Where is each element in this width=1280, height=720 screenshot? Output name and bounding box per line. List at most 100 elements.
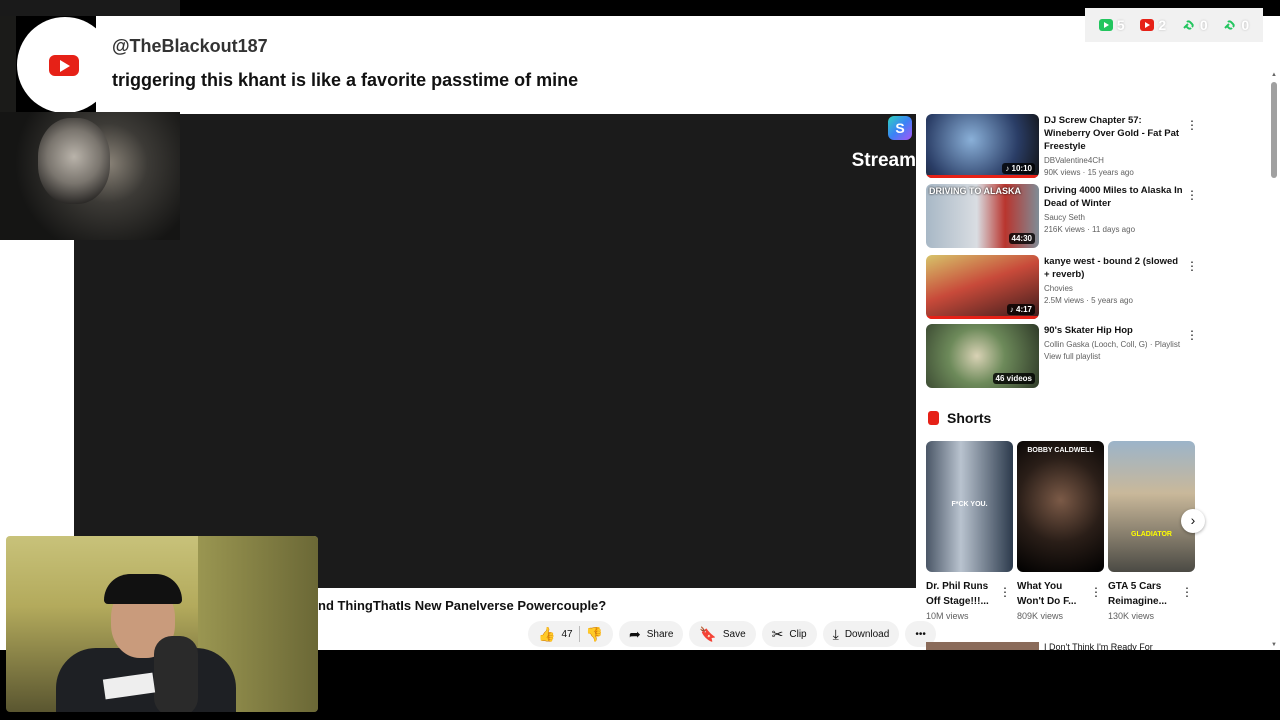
kebab-menu-icon[interactable]: ⋮ — [1186, 328, 1198, 342]
short-caption: BOBBY CALDWELL — [1027, 447, 1094, 454]
recommendation-item-partial[interactable]: I Don't Think I'm Ready For — [926, 640, 1196, 650]
short-title[interactable]: Dr. Phil Runs Off Stage!!!... — [926, 579, 998, 609]
download-button[interactable]: ⤓ Download — [822, 621, 900, 647]
share-icon: ➦ — [629, 626, 641, 642]
short-title[interactable]: What You Won't Do F... — [1017, 579, 1089, 609]
rec-title[interactable]: 90's Skater Hip Hop — [1044, 324, 1184, 337]
chevron-right-icon[interactable]: › — [1181, 509, 1205, 533]
stat-plays-value: 5 — [1116, 17, 1125, 33]
rec-thumb-text: DRIVING TO ALASKA — [929, 186, 1022, 196]
stream-stats-overlay: 5 2 0 0 — [1085, 8, 1263, 42]
rec-duration: 44:30 — [1008, 233, 1035, 244]
video-player[interactable]: S Stream — [74, 114, 916, 588]
rec-channel[interactable]: Collin Gaska (Looch, Coll, G) · Playlist — [1044, 340, 1184, 349]
stat-plays: 5 — [1098, 17, 1125, 33]
stat-link-1: 0 — [1182, 17, 1208, 33]
recommendation-item[interactable]: ♪ 10:10 DJ Screw Chapter 57: Wineberry O… — [926, 114, 1198, 182]
webcam-guest — [0, 112, 180, 240]
webcam-frame-left — [0, 16, 16, 112]
stat-youtube: 2 — [1140, 17, 1166, 33]
download-icon: ⤓ — [832, 626, 839, 642]
rec-channel[interactable]: Saucy Seth — [1044, 213, 1184, 222]
view-full-playlist-link[interactable]: View full playlist — [1044, 352, 1184, 361]
share-button[interactable]: ➦ Share — [619, 621, 684, 647]
rec-meta: 216K views · 11 days ago — [1044, 225, 1136, 234]
rec-title[interactable]: I Don't Think I'm Ready For — [1044, 642, 1153, 650]
banner-logo — [16, 16, 113, 114]
rec-channel[interactable]: Chovies — [1044, 284, 1184, 293]
shorts-shelf: F*CK YOU. Dr. Phil Runs Off Stage!!!... … — [926, 441, 1195, 621]
youtube-logo-icon — [49, 55, 79, 76]
stat-link-1-value: 0 — [1199, 17, 1208, 33]
rec-thumbnail[interactable]: ♪ 4:17 — [926, 255, 1039, 319]
kebab-menu-icon[interactable]: ⋮ — [1181, 585, 1193, 599]
thumbs-down-icon[interactable]: 👎 — [586, 627, 603, 641]
scissors-icon: ✂ — [771, 626, 784, 642]
rec-thumbnail[interactable]: 46 videos — [926, 324, 1039, 388]
save-button[interactable]: 🔖 Save — [689, 621, 756, 647]
rec-title[interactable]: DJ Screw Chapter 57: Wineberry Over Gold… — [1044, 114, 1184, 153]
page-scrollbar[interactable]: ▲ ▼ — [1268, 70, 1280, 650]
rec-channel[interactable]: DBValentine4CH — [1044, 156, 1184, 165]
save-label: Save — [722, 628, 746, 640]
shorts-icon — [928, 411, 939, 425]
rec-duration: ♪ 4:17 — [1006, 304, 1035, 315]
more-dots-icon: ••• — [915, 628, 926, 640]
rec-title[interactable]: kanye west - bound 2 (slowed + reverb) — [1044, 255, 1184, 281]
comment-text: triggering this khant is like a favorite… — [112, 70, 579, 90]
like-dislike-group: 👍 47 👎 — [528, 621, 613, 647]
stat-youtube-value: 2 — [1158, 17, 1167, 33]
video-actions: 👍 47 👎 ➦ Share 🔖 Save ✂ Clip ⤓ Download … — [528, 621, 936, 647]
short-item[interactable]: GLADIATOR GTA 5 Cars Reimagine... 130K v… — [1108, 441, 1195, 621]
clip-label: Clip — [789, 628, 807, 640]
rec-thumbnail[interactable]: ♪ 10:10 — [926, 114, 1039, 178]
kebab-menu-icon[interactable]: ⋮ — [1186, 259, 1198, 273]
recommendation-playlist[interactable]: 46 videos 90's Skater Hip Hop Collin Gas… — [926, 324, 1198, 390]
stream-label: Stream — [851, 150, 916, 171]
download-label: Download — [844, 628, 890, 640]
short-views: 10M views — [926, 611, 969, 621]
share-label: Share — [646, 628, 674, 640]
webcam-frame-top — [0, 0, 180, 16]
short-views: 130K views — [1108, 611, 1155, 621]
scroll-up-icon[interactable]: ▲ — [1271, 72, 1277, 78]
scrollbar-thumb[interactable] — [1271, 82, 1277, 178]
thumbs-up-icon[interactable]: 👍 — [538, 627, 555, 641]
rec-meta: 2.5M views · 5 years ago — [1044, 296, 1133, 305]
comment-banner: @TheBlackout187 triggering this khant is… — [16, 16, 1264, 114]
scroll-down-icon[interactable]: ▼ — [1271, 642, 1277, 648]
kebab-menu-icon[interactable]: ⋮ — [1090, 585, 1102, 599]
rec-thumbnail[interactable] — [926, 642, 1039, 650]
kebab-menu-icon[interactable]: ⋮ — [1186, 118, 1198, 132]
rec-meta: 90K views · 15 years ago — [1044, 168, 1134, 177]
streamlabs-logo: S Stream — [852, 114, 916, 174]
screen: 5 2 0 0 @TheBlackout187 triggering this … — [0, 0, 1280, 720]
shorts-heading: Shorts — [928, 410, 991, 426]
short-thumbnail[interactable]: BOBBY CALDWELL — [1017, 441, 1104, 572]
green-play-icon — [1098, 19, 1113, 31]
clip-button[interactable]: ✂ Clip — [761, 621, 817, 647]
short-item[interactable]: F*CK YOU. Dr. Phil Runs Off Stage!!!... … — [926, 441, 1013, 621]
comment-username: @TheBlackout187 — [112, 36, 268, 56]
short-thumbnail[interactable]: F*CK YOU. — [926, 441, 1013, 572]
rec-title[interactable]: Driving 4000 Miles to Alaska In Dead of … — [1044, 184, 1184, 210]
shorts-heading-label: Shorts — [947, 410, 992, 426]
short-item[interactable]: BOBBY CALDWELL What You Won't Do F... 80… — [1017, 441, 1104, 621]
recommendations-list: ♪ 10:10 DJ Screw Chapter 57: Wineberry O… — [926, 114, 1198, 392]
stat-link-2: 0 — [1223, 17, 1249, 33]
recommendation-item[interactable]: ♪ 4:17 kanye west - bound 2 (slowed + re… — [926, 255, 1198, 322]
kebab-menu-icon[interactable]: ⋮ — [999, 585, 1011, 599]
rec-thumbnail[interactable]: DRIVING TO ALASKA 44:30 — [926, 184, 1039, 248]
short-caption: F*CK YOU. — [951, 501, 988, 508]
recommendation-item[interactable]: DRIVING TO ALASKA 44:30 Driving 4000 Mil… — [926, 184, 1198, 253]
like-count[interactable]: 47 — [561, 629, 572, 640]
short-thumbnail[interactable]: GLADIATOR — [1108, 441, 1195, 572]
kebab-menu-icon[interactable]: ⋮ — [1186, 188, 1198, 202]
video-title: nd ThingThatIs New Panelverse Powercoupl… — [318, 598, 607, 613]
youtube-icon — [1140, 19, 1155, 31]
rec-duration: ♪ 10:10 — [1002, 163, 1035, 174]
short-title[interactable]: GTA 5 Cars Reimagine... — [1108, 579, 1180, 609]
streamlabs-icon: S — [888, 116, 912, 140]
webcam-streamer — [6, 536, 318, 712]
bookmark-icon: 🔖 — [699, 626, 717, 642]
